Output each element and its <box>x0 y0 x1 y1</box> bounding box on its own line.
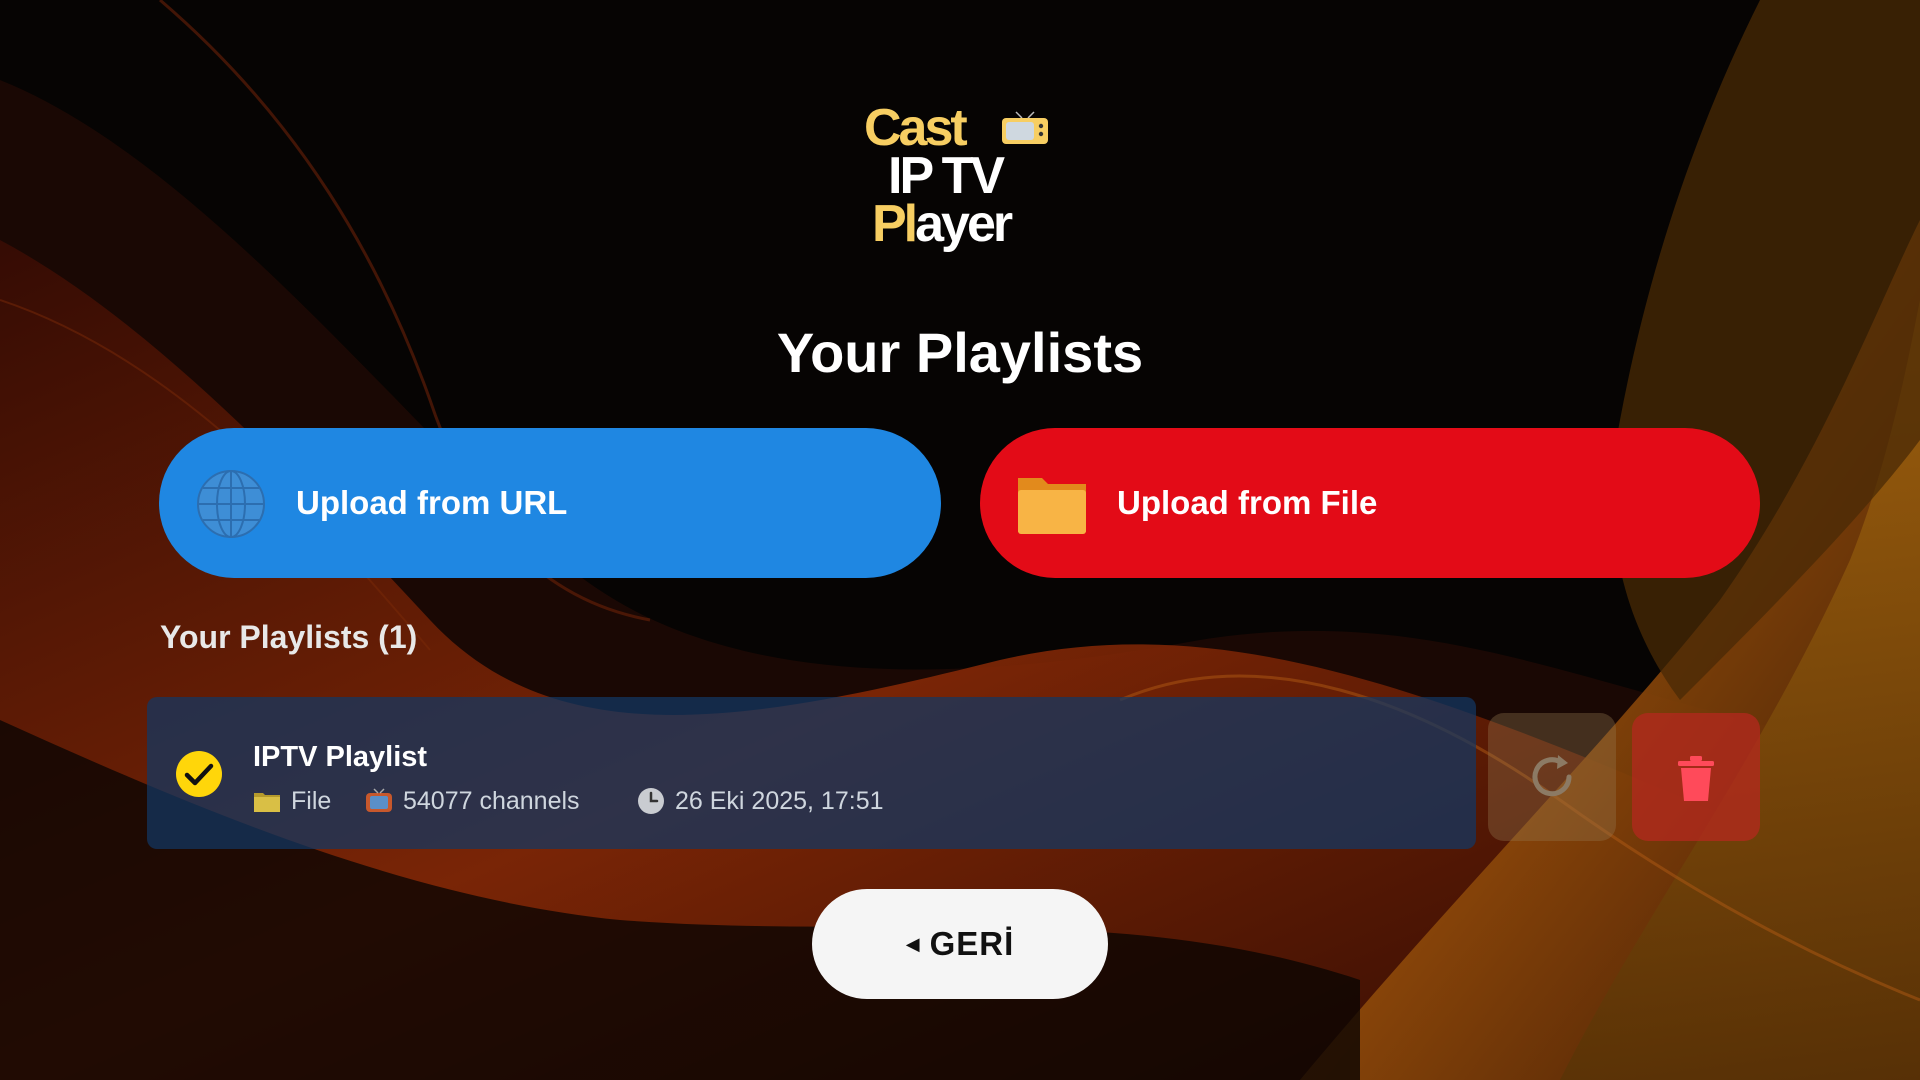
refresh-playlist-button[interactable] <box>1488 713 1616 841</box>
back-arrow-icon: ◀ <box>905 933 920 954</box>
refresh-icon <box>1532 755 1572 797</box>
playlist-source: File <box>253 783 331 819</box>
logo-accent-text: Pl <box>872 195 918 253</box>
upload-from-url-label: Upload from URL <box>296 484 568 521</box>
page-title: Your Playlists <box>776 321 1144 384</box>
globe-icon <box>197 470 265 538</box>
playlist-channels-text: 54077 channels <box>403 786 580 815</box>
playlist-date-text: 26 Eki 2025, 17:51 <box>675 786 884 815</box>
playlist-channels: 54077 channels <box>365 783 580 819</box>
playlist-date: 26 Eki 2025, 17:51 <box>637 783 884 819</box>
trash-icon <box>1678 756 1714 801</box>
app-logo: Cast IP TV Player <box>860 84 1060 264</box>
playlist-name: IPTV Playlist <box>253 741 428 773</box>
back-button-label: GERİ <box>929 925 1015 962</box>
playlist-card[interactable]: IPTV Playlist File 54077 channels 26 Eki <box>147 697 1476 849</box>
upload-from-file-button[interactable]: Upload from File <box>980 428 1760 578</box>
clock-icon <box>638 788 664 814</box>
upload-from-file-label: Upload from File <box>1117 484 1378 521</box>
logo-line-3: Player <box>872 195 1013 253</box>
tv-icon <box>1002 111 1048 144</box>
folder-icon <box>1018 478 1086 534</box>
playlists-count-heading: Your Playlists (1) <box>160 619 418 655</box>
playlist-source-text: File <box>291 786 332 815</box>
tv-icon <box>366 788 392 812</box>
checkmark-icon <box>176 751 222 797</box>
delete-playlist-button[interactable] <box>1632 713 1760 841</box>
back-button[interactable]: ◀ GERİ <box>812 889 1108 999</box>
logo-rest-text: ayer <box>915 195 1013 253</box>
upload-from-url-button[interactable]: Upload from URL <box>159 428 941 578</box>
folder-icon <box>254 793 280 812</box>
